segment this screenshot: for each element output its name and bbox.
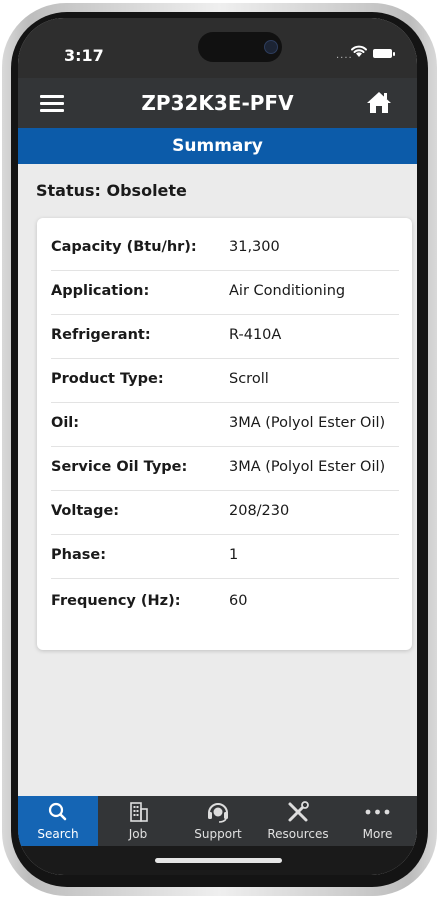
spec-row: Refrigerant: R-410A bbox=[51, 314, 399, 359]
spec-row: Voltage: 208/230 bbox=[51, 490, 399, 535]
home-icon[interactable] bbox=[366, 90, 392, 114]
tab-label: Support bbox=[194, 827, 242, 841]
tab-label: More bbox=[362, 827, 393, 841]
spec-value: 1 bbox=[229, 547, 239, 563]
specs-card: Capacity (Btu/hr): 31,300 Application: A… bbox=[37, 218, 412, 650]
spec-value: 208/230 bbox=[229, 503, 290, 519]
spec-row: Phase: 1 bbox=[51, 534, 399, 579]
wifi-icon bbox=[351, 45, 367, 57]
tab-label: Resources bbox=[267, 827, 329, 841]
status-text: Status: Obsolete bbox=[36, 181, 187, 200]
status-bar: 3:17 .... bbox=[18, 18, 417, 78]
tab-job[interactable]: Job bbox=[98, 796, 178, 846]
spec-label: Frequency (Hz): bbox=[51, 593, 181, 609]
spec-row: Capacity (Btu/hr): 31,300 bbox=[51, 226, 399, 271]
spec-value: 3MA (Polyol Ester Oil) bbox=[229, 415, 386, 431]
spec-value: Scroll bbox=[229, 371, 269, 387]
spec-row: Application: Air Conditioning bbox=[51, 270, 399, 315]
tab-label: Search bbox=[37, 827, 79, 841]
spec-label: Service Oil Type: bbox=[51, 459, 188, 475]
spec-label: Voltage: bbox=[51, 503, 120, 519]
spec-row: Service Oil Type: 3MA (Polyol Ester Oil) bbox=[51, 446, 399, 491]
home-indicator[interactable] bbox=[155, 858, 282, 863]
spec-value: R-410A bbox=[229, 327, 282, 343]
tab-label: Job bbox=[128, 827, 148, 841]
home-indicator-area bbox=[18, 846, 417, 875]
spec-row: Product Type: Scroll bbox=[51, 358, 399, 403]
status-time: 3:17 bbox=[64, 46, 104, 65]
spec-value: 31,300 bbox=[229, 239, 280, 255]
spec-label: Oil: bbox=[51, 415, 80, 431]
spec-value: 3MA (Polyol Ester Oil) bbox=[229, 459, 386, 475]
building-icon bbox=[130, 802, 148, 822]
spec-label: Capacity (Btu/hr): bbox=[51, 239, 197, 255]
tab-resources[interactable]: Resources bbox=[258, 796, 338, 846]
spec-row: Oil: 3MA (Polyol Ester Oil) bbox=[51, 402, 399, 447]
spec-label: Application: bbox=[51, 283, 150, 299]
tools-icon bbox=[288, 801, 309, 822]
spec-label: Refrigerant: bbox=[51, 327, 151, 343]
search-icon bbox=[48, 802, 67, 821]
tab-search[interactable]: Search bbox=[18, 796, 98, 846]
spec-row: Frequency (Hz): 60 bbox=[51, 580, 399, 624]
spec-value: Air Conditioning bbox=[229, 283, 346, 299]
app-screen: 3:17 .... ZP32K3E-PFV Summary Status: Ob… bbox=[18, 18, 417, 875]
headset-icon bbox=[208, 803, 228, 823]
bottom-tab-bar: Search Job Support Resources More bbox=[18, 796, 417, 846]
spec-value: 60 bbox=[229, 593, 248, 609]
page-title: ZP32K3E-PFV bbox=[141, 91, 294, 115]
more-dots-icon bbox=[365, 809, 390, 815]
camera-icon bbox=[264, 40, 278, 54]
battery-icon bbox=[373, 49, 395, 58]
tab-more[interactable]: More bbox=[338, 796, 417, 846]
app-header: ZP32K3E-PFV bbox=[18, 78, 417, 128]
spec-label: Phase: bbox=[51, 547, 106, 563]
spec-label: Product Type: bbox=[51, 371, 164, 387]
tab-support[interactable]: Support bbox=[178, 796, 258, 846]
section-title: Summary bbox=[18, 128, 417, 164]
